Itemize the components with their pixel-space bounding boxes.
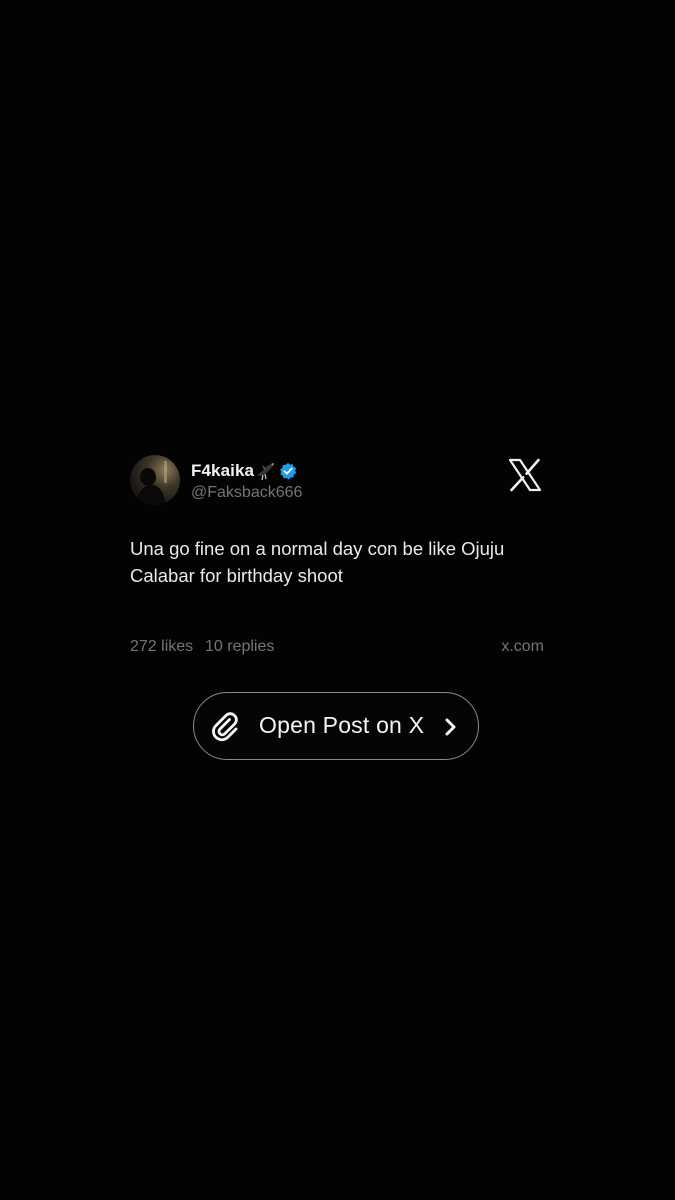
display-name-row: F4kaika bbox=[191, 460, 302, 482]
source-domain[interactable]: x.com bbox=[501, 638, 544, 656]
post-card[interactable]: F4kaika @Faksback666 Una go fine on a no… bbox=[130, 455, 546, 660]
post-meta: 272 likes 10 replies x.com bbox=[130, 638, 546, 660]
author-names: F4kaika @Faksback666 bbox=[191, 460, 302, 502]
x-logo-icon[interactable] bbox=[508, 458, 542, 492]
bird-emoji-icon bbox=[255, 461, 277, 481]
post-header: F4kaika @Faksback666 bbox=[130, 455, 546, 509]
story-screen: F4kaika @Faksback666 Una go fine on a no… bbox=[0, 0, 675, 1200]
open-post-label: Open Post on X bbox=[259, 712, 425, 738]
likes-count: 272 likes bbox=[130, 638, 194, 655]
open-post-button[interactable]: Open Post on X bbox=[193, 692, 479, 760]
chevron-right-icon bbox=[443, 717, 459, 737]
replies-count: 10 replies bbox=[205, 638, 275, 655]
post-text: Una go fine on a normal day con be like … bbox=[130, 538, 505, 586]
avatar[interactable] bbox=[130, 455, 180, 505]
verified-badge-icon bbox=[279, 462, 297, 480]
author-handle[interactable]: @Faksback666 bbox=[191, 484, 302, 502]
paperclip-icon bbox=[209, 710, 241, 742]
author-display-name[interactable]: F4kaika bbox=[191, 461, 254, 481]
